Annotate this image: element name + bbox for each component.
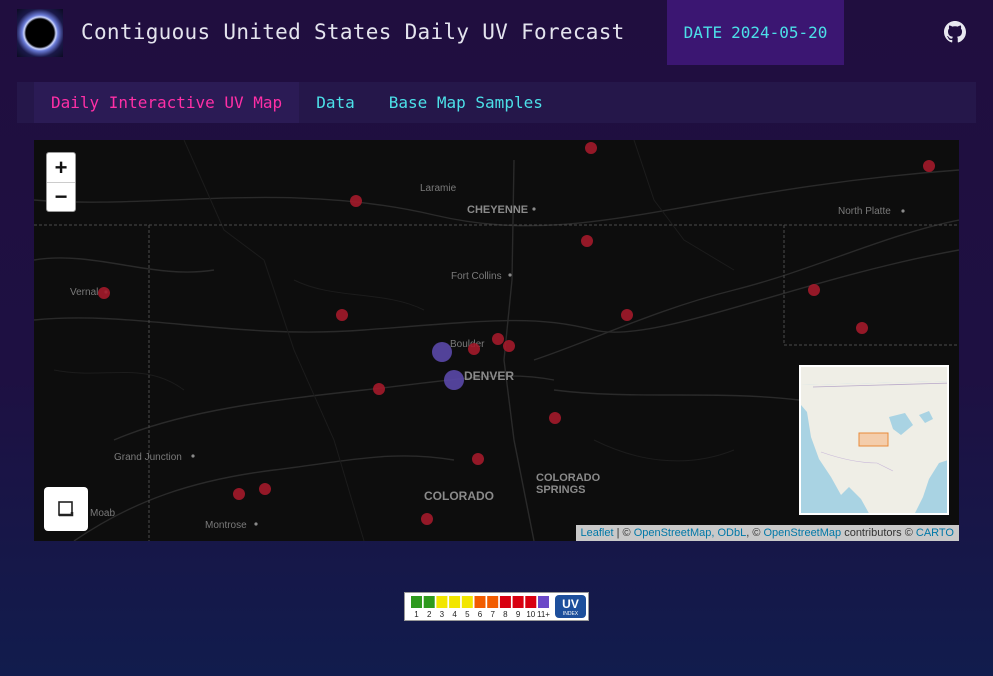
uv-number: 11+ <box>537 610 550 619</box>
uv-map[interactable]: Laramie North Platte Fort Collins Vernal… <box>34 140 959 541</box>
place-label-laramie: Laramie <box>420 183 457 194</box>
github-icon[interactable] <box>944 21 966 43</box>
place-label-montrose: Montrose <box>205 520 247 531</box>
place-label-colorado: COLORADO <box>424 489 494 503</box>
uv-marker[interactable] <box>923 160 935 172</box>
place-label-north-platte: North Platte <box>838 206 891 217</box>
map-attribution: Leaflet | © OpenStreetMap, ODbL , © Open… <box>575 525 959 541</box>
uv-marker[interactable] <box>585 142 597 154</box>
attribution-text-mid: , © <box>746 527 764 539</box>
date-value: 2024-05-20 <box>731 23 828 42</box>
place-label-moab: Moab <box>90 508 115 519</box>
zoom-out-button[interactable]: − <box>47 182 75 211</box>
place-label-vernal: Vernal <box>70 287 98 298</box>
zoom-control: + − <box>46 152 76 212</box>
attribution-carto-link[interactable]: CARTO <box>916 527 954 539</box>
attribution-text-sep: | © <box>613 527 634 539</box>
uv-marker[interactable] <box>336 309 348 321</box>
place-label-colorado-springs-1: COLORADO <box>536 472 601 484</box>
uv-marker[interactable] <box>373 383 385 395</box>
tab-data[interactable]: Data <box>299 82 372 123</box>
uv-swatch <box>436 596 448 608</box>
tab-daily-interactive-uv-map[interactable]: Daily Interactive UV Map <box>34 82 300 123</box>
date-badge: DATE 2024-05-20 <box>667 0 844 65</box>
uv-marker[interactable] <box>421 513 433 525</box>
uv-marker[interactable] <box>621 309 633 321</box>
uv-swatch <box>499 596 511 608</box>
uv-marker[interactable] <box>503 340 515 352</box>
uv-marker[interactable] <box>444 370 464 390</box>
uv-swatch <box>411 596 422 608</box>
uv-number: 6 <box>478 610 483 619</box>
uv-marker[interactable] <box>432 342 452 362</box>
uv-number: 2 <box>427 610 432 619</box>
site-header: Contiguous United States Daily UV Foreca… <box>0 0 993 65</box>
date-label: DATE <box>683 23 723 42</box>
attribution-text-contrib: contributors © <box>841 527 916 539</box>
uv-marker[interactable] <box>581 235 593 247</box>
place-label-grand-junction: Grand Junction <box>114 452 182 463</box>
uv-number: 5 <box>465 610 470 619</box>
place-label-colorado-springs-2: SPRINGS <box>536 484 586 496</box>
uv-marker[interactable] <box>856 322 868 334</box>
eclipse-logo-icon[interactable] <box>17 9 63 57</box>
minimap-land <box>801 367 947 513</box>
uv-swatch <box>525 596 537 608</box>
fullscreen-button[interactable] <box>44 487 88 531</box>
minimap-viewport[interactable] <box>858 432 889 447</box>
uv-marker[interactable] <box>233 488 245 500</box>
uv-swatch <box>538 596 549 608</box>
tab-base-map-samples[interactable]: Base Map Samples <box>372 82 560 123</box>
uv-badge-top: UV <box>562 597 579 611</box>
uv-number: 10 <box>526 610 535 619</box>
uv-swatch <box>449 596 461 608</box>
main-nav: Daily Interactive UV Map Data Base Map S… <box>17 82 976 123</box>
uv-marker[interactable] <box>468 343 480 355</box>
uv-swatch <box>487 596 499 608</box>
attribution-leaflet-link[interactable]: Leaflet <box>581 527 614 539</box>
uv-marker[interactable] <box>549 412 561 424</box>
uv-marker[interactable] <box>350 195 362 207</box>
zoom-in-button[interactable]: + <box>47 153 75 182</box>
uv-number: 4 <box>452 610 457 619</box>
uv-number: 7 <box>490 610 495 619</box>
place-label-fort-collins: Fort Collins <box>451 271 502 282</box>
attribution-osm-link[interactable]: OpenStreetMap <box>763 527 841 539</box>
fullscreen-icon <box>58 501 74 517</box>
uv-badge-bottom: INDEX <box>563 611 579 617</box>
site-title: Contiguous United States Daily UV Foreca… <box>81 20 625 44</box>
attribution-osm-odbl-link[interactable]: OpenStreetMap, ODbL <box>634 527 747 539</box>
uv-index-legend: 1 2 3 4 5 6 7 8 9 10 11+ UV INDEX <box>404 592 589 621</box>
uv-swatch <box>512 596 524 608</box>
uv-swatch <box>461 596 473 608</box>
place-label-cheyenne: CHEYENNE <box>467 204 528 216</box>
uv-index-scale: 1 2 3 4 5 6 7 8 9 10 11+ UV INDEX <box>411 595 586 619</box>
uv-swatch <box>423 596 435 608</box>
minimap[interactable] <box>799 365 949 515</box>
uv-number: 9 <box>516 610 521 619</box>
uv-swatch <box>474 596 486 608</box>
uv-marker[interactable] <box>808 284 820 296</box>
uv-number: 8 <box>503 610 508 619</box>
uv-number: 3 <box>440 610 445 619</box>
uv-marker[interactable] <box>492 333 504 345</box>
uv-marker[interactable] <box>98 287 110 299</box>
place-label-denver: DENVER <box>464 369 514 383</box>
uv-number: 1 <box>414 610 419 619</box>
uv-marker[interactable] <box>472 453 484 465</box>
uv-marker[interactable] <box>259 483 271 495</box>
